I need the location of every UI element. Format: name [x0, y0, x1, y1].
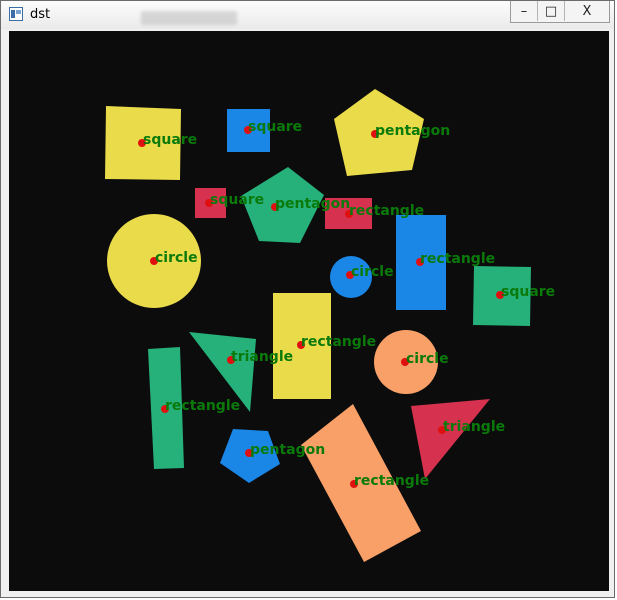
close-button[interactable]: X	[565, 1, 609, 21]
blurred-toolbar	[141, 11, 237, 25]
label-rectangle: rectangle	[420, 251, 495, 267]
image-canvas: square square pentagon square pentagon r…	[9, 31, 609, 591]
window-title: dst	[30, 7, 51, 22]
minimize-button[interactable]: –	[511, 1, 538, 21]
label-rectangle: rectangle	[354, 473, 429, 489]
image-window: dst – □ X square square pentagon square …	[0, 0, 615, 598]
label-pentagon: pentagon	[375, 123, 450, 139]
window-controls: – □ X	[510, 1, 610, 23]
label-pentagon: pentagon	[275, 196, 350, 212]
label-square: square	[248, 119, 302, 135]
label-square: square	[210, 192, 264, 208]
shapes-image: square square pentagon square pentagon r…	[9, 31, 609, 591]
label-circle: circle	[351, 264, 394, 280]
label-triangle: triangle	[443, 419, 505, 435]
title-bar[interactable]: dst – □ X	[1, 1, 614, 29]
label-rectangle: rectangle	[349, 203, 424, 219]
maximize-button[interactable]: □	[538, 1, 565, 21]
label-triangle: triangle	[231, 349, 293, 365]
label-rectangle: rectangle	[165, 398, 240, 414]
label-square: square	[143, 132, 197, 148]
label-square: square	[501, 284, 555, 300]
label-circle: circle	[406, 351, 449, 367]
label-pentagon: pentagon	[250, 442, 325, 458]
label-circle: circle	[155, 250, 198, 266]
label-rectangle: rectangle	[301, 334, 376, 350]
app-icon	[9, 7, 23, 21]
